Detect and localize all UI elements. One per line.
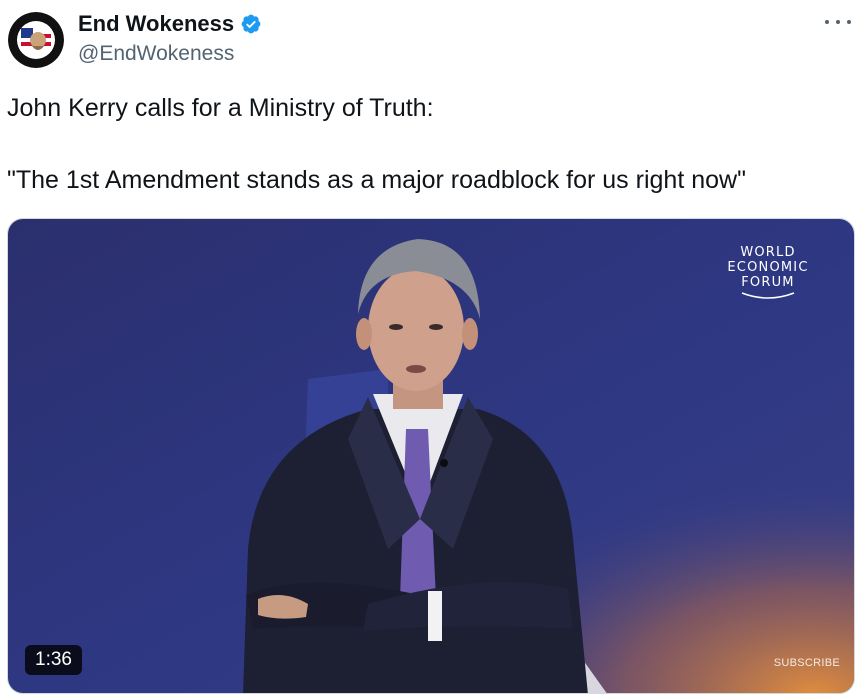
wef-logo-line: ECONOMIC	[727, 260, 809, 275]
video-duration-badge: 1:36	[25, 645, 82, 675]
user-handle[interactable]: @EndWokeness	[78, 41, 234, 67]
video-player[interactable]: WORLD ECONOMIC FORUM 1:36 SUBSCRIBE	[7, 218, 855, 694]
avatar[interactable]	[8, 12, 64, 68]
more-dot-icon	[825, 20, 829, 24]
subscribe-watermark: SUBSCRIBE	[773, 657, 840, 669]
wef-logo-line: WORLD	[740, 245, 796, 260]
tweet-text-line: John Kerry calls for a Ministry of Truth…	[7, 94, 434, 122]
more-dot-icon	[836, 20, 840, 24]
display-name-row[interactable]: End Wokeness	[78, 10, 262, 38]
wef-logo-arc-icon	[741, 292, 795, 299]
verified-badge-icon	[241, 14, 261, 34]
avatar-image	[8, 12, 64, 68]
more-options-button[interactable]	[825, 12, 851, 32]
tweet-text: John Kerry calls for a Ministry of Truth…	[7, 92, 847, 197]
display-name[interactable]: End Wokeness	[78, 10, 234, 38]
tweet-quote-line: "The 1st Amendment stands as a major roa…	[7, 166, 746, 194]
wef-logo-line: FORUM	[741, 275, 795, 290]
more-dot-icon	[847, 20, 851, 24]
wef-logo: WORLD ECONOMIC FORUM	[718, 245, 818, 305]
tweet-card: End Wokeness @EndWokeness John Kerry cal…	[0, 0, 861, 696]
